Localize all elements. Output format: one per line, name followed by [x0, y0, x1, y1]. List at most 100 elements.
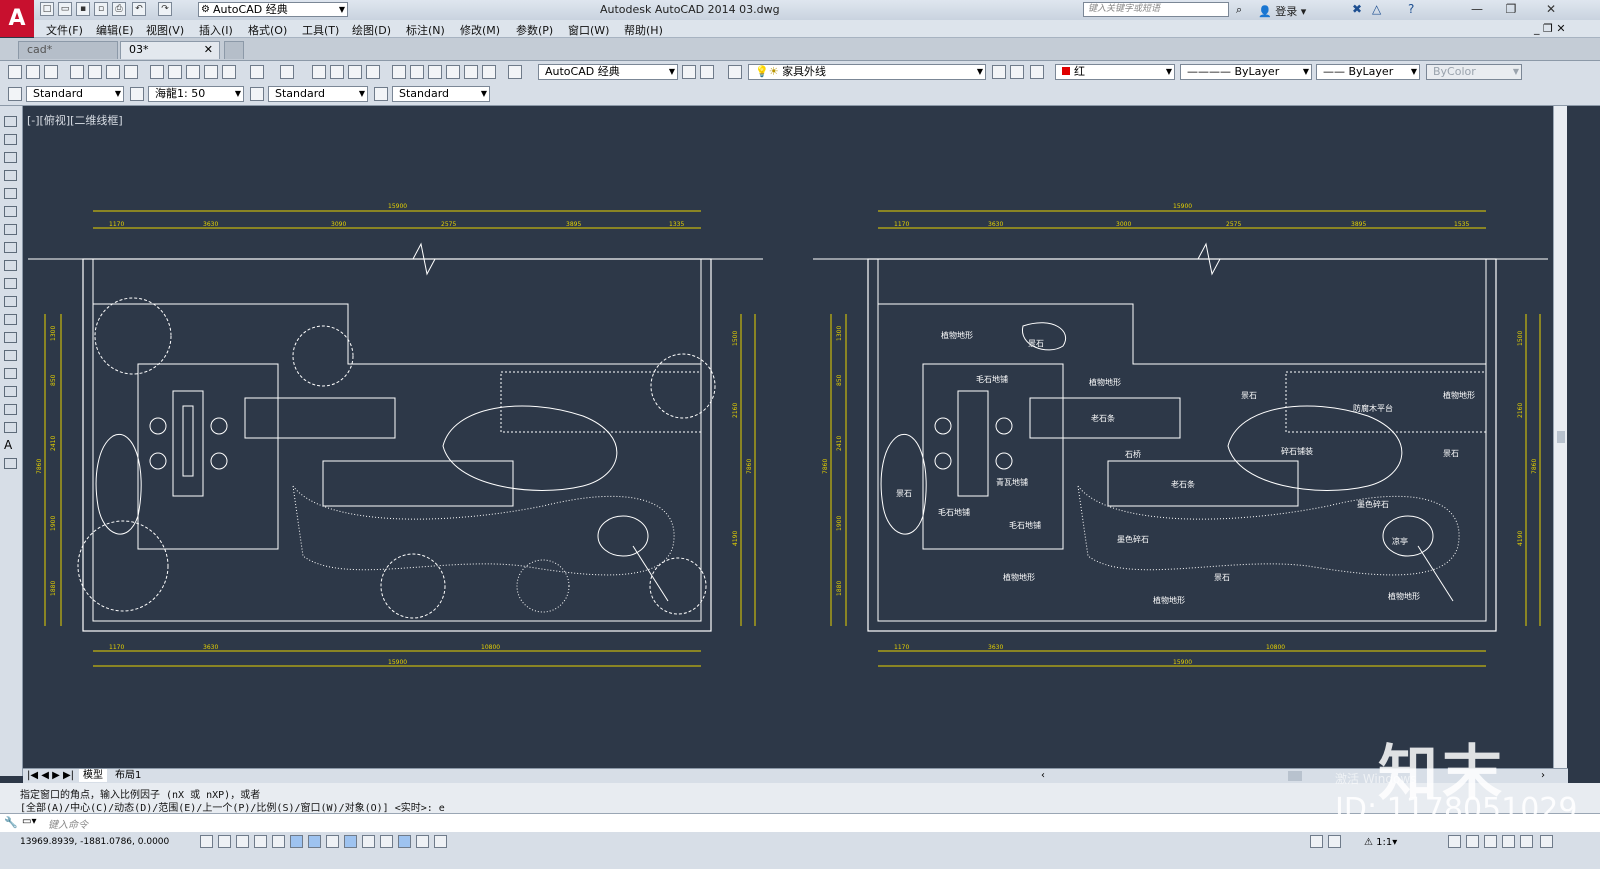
scroll-left-icon[interactable]: ‹ — [1041, 769, 1045, 782]
quick-view-icon[interactable] — [1328, 835, 1341, 848]
object-snap-tracking-icon[interactable] — [326, 835, 339, 848]
workspace-selector[interactable]: ⚙ AutoCAD 经典 ▼ — [198, 2, 348, 17]
undo-icon[interactable] — [250, 65, 264, 79]
object-snap-icon[interactable] — [290, 835, 303, 848]
annotation-scale-icon[interactable] — [130, 87, 144, 101]
plot-icon[interactable] — [70, 65, 84, 79]
hardware-acceleration-icon[interactable] — [1484, 835, 1497, 848]
new-tab-button[interactable] — [224, 41, 244, 59]
undo-icon[interactable]: ↶ — [132, 2, 146, 16]
dimension-style-icon[interactable] — [250, 87, 264, 101]
application-menu-button[interactable]: A — [0, 0, 34, 37]
drawing-canvas[interactable]: [-][俯视][二维线框] 15900 1170 3630 3090 2575 … — [23, 106, 1553, 768]
coordinates-readout[interactable]: 13969.8939, -1881.0786, 0.0000 — [20, 837, 169, 847]
make-block-icon[interactable] — [4, 332, 17, 343]
save-icon[interactable] — [44, 65, 58, 79]
model-space-icon[interactable] — [1310, 835, 1323, 848]
sheet-set-icon[interactable] — [446, 65, 460, 79]
isolate-objects-icon[interactable] — [1502, 835, 1515, 848]
rectangle-icon[interactable] — [4, 188, 17, 199]
quickcalc-icon[interactable] — [482, 65, 496, 79]
vertical-scrollbar[interactable] — [1553, 106, 1568, 768]
layer-properties-icon[interactable] — [728, 65, 742, 79]
save-icon[interactable]: ▪ — [76, 2, 90, 16]
restore-button[interactable]: ❐ — [1500, 1, 1522, 18]
polyline-icon[interactable] — [4, 152, 17, 163]
annotation-scale-combo[interactable]: 海龍1: 50 ▼ — [148, 86, 244, 102]
ucs-icon[interactable] — [344, 835, 357, 848]
table-icon[interactable] — [4, 422, 17, 433]
multileader-style-icon[interactable] — [374, 87, 388, 101]
menu-modify[interactable]: 修改(M) — [460, 22, 500, 38]
dimension-style-combo[interactable]: Standard ▼ — [268, 86, 368, 102]
make-current-layer-icon[interactable] — [992, 65, 1006, 79]
transparency-icon[interactable] — [398, 835, 411, 848]
arc-icon[interactable] — [4, 206, 17, 217]
menu-window[interactable]: 窗口(W) — [568, 22, 609, 38]
menu-format[interactable]: 格式(O) — [248, 22, 287, 38]
layer-combo[interactable]: 💡☀ 家具外线 ▼ — [748, 64, 986, 80]
polygon-icon[interactable] — [4, 170, 17, 181]
binoculars-icon[interactable]: ⌕ — [1236, 3, 1242, 17]
properties-icon[interactable] — [392, 65, 406, 79]
polar-tracking-icon[interactable] — [272, 835, 285, 848]
pan-icon[interactable] — [312, 65, 326, 79]
revision-cloud-icon[interactable] — [4, 242, 17, 253]
hatch-icon[interactable] — [4, 368, 17, 379]
close-tab-icon[interactable]: ✕ — [204, 42, 213, 58]
menu-draw[interactable]: 绘图(D) — [352, 22, 391, 38]
help-icon[interactable]: ? — [1408, 2, 1414, 16]
scroll-right-icon[interactable]: › — [1541, 769, 1545, 782]
snap-mode-icon[interactable] — [218, 835, 231, 848]
layer-previous-icon[interactable] — [1010, 65, 1024, 79]
text-style-icon[interactable] — [8, 87, 22, 101]
redo-icon[interactable]: ↷ — [158, 2, 172, 16]
ellipse-icon[interactable] — [4, 278, 17, 289]
tab-model[interactable]: 模型 — [79, 769, 107, 782]
point-icon[interactable] — [4, 350, 17, 361]
match-properties-icon[interactable] — [204, 65, 218, 79]
tab-layout1[interactable]: 布局1 — [111, 769, 145, 782]
clean-screen-icon[interactable] — [700, 65, 714, 79]
wrench-icon[interactable]: 🔧 — [4, 816, 18, 829]
quick-properties-icon[interactable] — [416, 835, 429, 848]
layout-nav-icons[interactable]: |◀ ◀ ▶ ▶| — [27, 769, 74, 782]
exchange-icon[interactable]: ✖ — [1352, 2, 1362, 16]
construction-line-icon[interactable] — [4, 134, 17, 145]
open-icon[interactable] — [26, 65, 40, 79]
lock-icon[interactable] — [1466, 835, 1479, 848]
text-style-combo[interactable]: Standard ▼ — [26, 86, 124, 102]
zoom-previous-icon[interactable] — [366, 65, 380, 79]
minimize-button[interactable]: — — [1466, 1, 1488, 18]
block-editor-icon[interactable] — [222, 65, 236, 79]
infer-constraints-icon[interactable] — [200, 835, 213, 848]
tab-cad[interactable]: cad* — [18, 41, 118, 59]
3d-dwf-icon[interactable] — [124, 65, 138, 79]
help-search-input[interactable]: 键入关键字或短语 — [1083, 2, 1229, 17]
ellipse-arc-icon[interactable] — [4, 296, 17, 307]
doc-minimize-icon[interactable]: _ ❐ ✕ — [1534, 22, 1566, 35]
status-menu-icon[interactable] — [1520, 835, 1533, 848]
menu-parameters[interactable]: 参数(P) — [516, 22, 553, 38]
qnew-icon[interactable] — [8, 65, 22, 79]
close-window-button[interactable]: ✕ — [1540, 1, 1562, 18]
region-icon[interactable] — [4, 404, 17, 415]
selection-cycling-icon[interactable] — [434, 835, 447, 848]
menu-edit[interactable]: 编辑(E) — [96, 22, 134, 38]
workspace-settings-icon[interactable] — [682, 65, 696, 79]
zoom-window-icon[interactable] — [348, 65, 362, 79]
design-center-icon[interactable] — [410, 65, 424, 79]
lineweight-combo[interactable]: —— ByLayer ▼ — [1316, 64, 1420, 80]
a360-icon[interactable]: △ — [1372, 2, 1381, 16]
menu-dimension[interactable]: 标注(N) — [406, 22, 445, 38]
redo-icon[interactable] — [280, 65, 294, 79]
3d-object-snap-icon[interactable] — [308, 835, 321, 848]
add-selected-icon[interactable] — [4, 458, 17, 469]
hscroll-thumb[interactable] — [1288, 771, 1302, 781]
workspace-switching-icon[interactable] — [1448, 835, 1461, 848]
line-icon[interactable] — [4, 116, 17, 127]
new-file-icon[interactable]: □ — [40, 2, 54, 16]
gradient-icon[interactable] — [4, 386, 17, 397]
circle-icon[interactable] — [4, 224, 17, 235]
command-recent-icon[interactable]: ▭▾ — [22, 816, 36, 827]
